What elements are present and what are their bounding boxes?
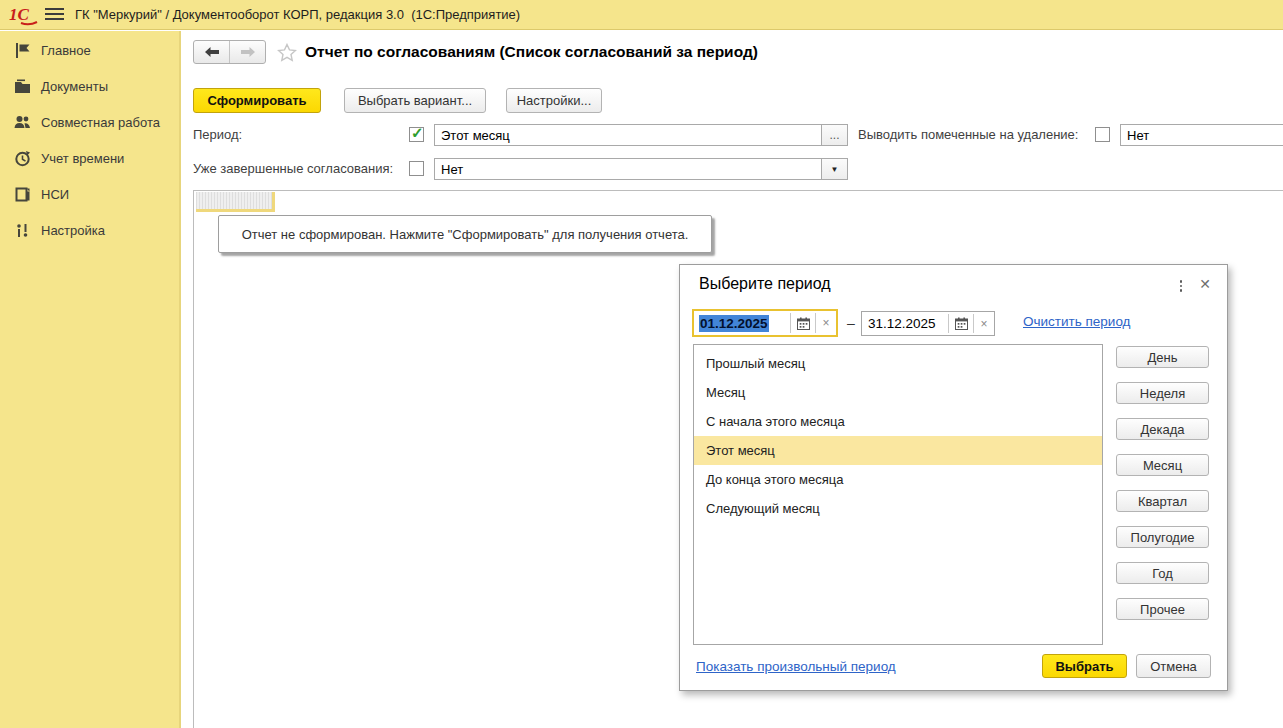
calendar-icon	[797, 317, 810, 330]
period-day-button[interactable]: День	[1116, 346, 1209, 368]
back-arrow-icon	[205, 47, 219, 57]
report-tab-accent-bottom	[196, 209, 275, 212]
sidebar-item-settings[interactable]: Настройка	[0, 212, 179, 248]
period-year-button[interactable]: Год	[1116, 562, 1209, 584]
back-button[interactable]	[194, 41, 230, 63]
clear-period-link[interactable]: Очистить период	[1023, 314, 1130, 329]
period-halfyear-button[interactable]: Полугодие	[1116, 526, 1209, 548]
page-title: Отчет по согласованиям (Список согласова…	[305, 40, 758, 64]
report-message: Отчет не сформирован. Нажмите "Сформиров…	[218, 215, 712, 253]
date-to-input[interactable]: 31.12.2025	[862, 312, 948, 335]
sidebar: Главное Документы Совместная работа Учет…	[0, 31, 181, 728]
cancel-button[interactable]: Отмена	[1136, 654, 1211, 678]
report-area-border-top	[193, 190, 1283, 191]
window-title: ГК "Меркурий" / Документооборот КОРП, ре…	[75, 0, 520, 30]
completed-label: Уже завершенные согласования:	[193, 158, 393, 180]
dialog-title: Выберите период	[699, 275, 831, 293]
period-options-list: Прошлый месяц Месяц С начала этого месяц…	[693, 344, 1103, 645]
date-from-clear-icon[interactable]: ×	[816, 311, 836, 335]
sidebar-item-label: Главное	[41, 43, 91, 58]
date-to-clear-icon[interactable]: ×	[974, 312, 994, 335]
flag-icon	[14, 42, 31, 59]
sliders-icon	[14, 222, 31, 239]
sidebar-item-time-tracking[interactable]: Учет времени	[0, 140, 179, 176]
period-week-button[interactable]: Неделя	[1116, 382, 1209, 404]
folder-icon	[14, 78, 31, 95]
period-checkbox[interactable]: ✓	[409, 127, 424, 142]
list-item[interactable]: До конца этого месяца	[694, 465, 1102, 494]
forward-arrow-icon	[241, 47, 255, 57]
sidebar-item-label: Настройка	[41, 223, 105, 238]
select-button[interactable]: Выбрать	[1042, 654, 1127, 678]
settings-button[interactable]: Настройки...	[506, 88, 602, 113]
completed-input[interactable]: Нет	[434, 158, 822, 180]
sidebar-item-main[interactable]: Главное	[0, 32, 179, 68]
people-icon	[14, 114, 31, 131]
period-input[interactable]: Этот месяц	[434, 124, 822, 146]
period-more-button[interactable]: ...	[821, 124, 848, 146]
sidebar-item-label: НСИ	[41, 187, 69, 202]
period-label: Период:	[193, 124, 242, 146]
sidebar-item-label: Документы	[41, 79, 108, 94]
show-custom-period-link[interactable]: Показать произвольный период	[696, 659, 896, 674]
list-item-selected[interactable]: Этот месяц	[694, 436, 1102, 465]
date-range-dash: –	[841, 309, 861, 337]
generate-button[interactable]: Сформировать	[193, 88, 321, 113]
list-item[interactable]: Месяц	[694, 378, 1102, 407]
show-deleted-checkbox[interactable]	[1095, 127, 1110, 142]
sidebar-item-label: Учет времени	[41, 151, 124, 166]
clock-icon	[14, 150, 31, 167]
main-menu-icon[interactable]	[45, 8, 64, 22]
title-bar: 1С ГК "Меркурий" / Документооборот КОРП,…	[0, 0, 1283, 30]
forward-button[interactable]	[230, 41, 265, 63]
date-from-field: 01.12.2025 ×	[692, 309, 838, 337]
app-window: 1С ГК "Меркурий" / Документооборот КОРП,…	[0, 0, 1283, 728]
date-from-value: 01.12.2025	[699, 315, 769, 332]
report-area-border-left	[193, 190, 194, 728]
choose-variant-button[interactable]: Выбрать вариант...	[344, 88, 486, 113]
1c-logo-icon: 1С	[9, 5, 39, 26]
sidebar-item-documents[interactable]: Документы	[0, 68, 179, 104]
period-quarter-button[interactable]: Квартал	[1116, 490, 1209, 512]
sidebar-item-label: Совместная работа	[41, 115, 160, 130]
check-icon: ✓	[411, 124, 424, 142]
show-deleted-label: Выводить помеченные на удаление:	[858, 124, 1078, 146]
completed-checkbox[interactable]	[409, 161, 424, 176]
period-decade-button[interactable]: Декада	[1116, 418, 1209, 440]
date-to-field: 31.12.2025 ×	[861, 311, 995, 336]
date-from-calendar-button[interactable]	[791, 311, 815, 335]
dialog-menu-icon[interactable]	[1174, 277, 1188, 295]
period-month-button[interactable]: Месяц	[1116, 454, 1209, 476]
period-dialog: Выберите период ✕ 01.12.2025 × – 31.12.2…	[679, 264, 1228, 691]
list-item[interactable]: Следующий месяц	[694, 494, 1102, 523]
list-item[interactable]: С начала этого месяца	[694, 407, 1102, 436]
sidebar-item-nsi[interactable]: НСИ	[0, 176, 179, 212]
report-tab-accent-right	[272, 192, 275, 209]
chevron-down-icon: ▼	[831, 165, 839, 174]
date-to-calendar-button[interactable]	[949, 312, 973, 335]
calendar-icon	[955, 317, 968, 330]
report-tab[interactable]	[196, 192, 272, 209]
show-deleted-input[interactable]: Нет	[1120, 124, 1283, 146]
book-icon	[14, 186, 31, 203]
sidebar-item-collaboration[interactable]: Совместная работа	[0, 104, 179, 140]
date-from-input[interactable]: 01.12.2025	[694, 311, 790, 335]
completed-dropdown-button[interactable]: ▼	[821, 158, 848, 180]
period-other-button[interactable]: Прочее	[1116, 598, 1209, 620]
favorite-star-icon[interactable]	[277, 43, 297, 63]
dialog-close-icon[interactable]: ✕	[1196, 275, 1214, 293]
list-item[interactable]: Прошлый месяц	[694, 349, 1102, 378]
svg-text:1С: 1С	[9, 5, 30, 24]
nav-history-group	[193, 40, 266, 64]
